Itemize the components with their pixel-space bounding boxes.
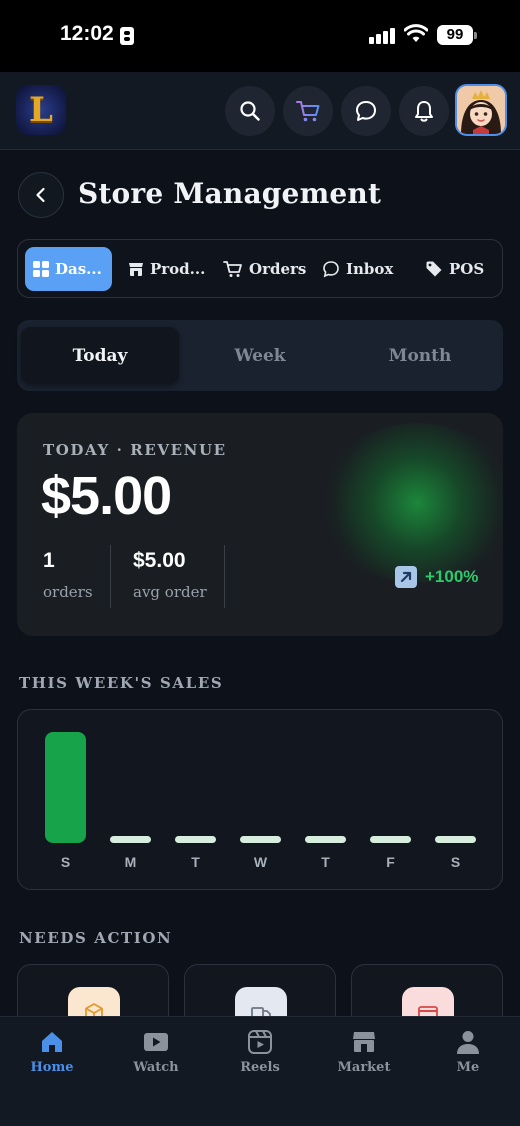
chart-day-label: W — [253, 854, 268, 870]
chart-bar — [45, 732, 86, 843]
tab-pos[interactable]: POS — [425, 247, 495, 291]
grid-icon — [33, 261, 49, 277]
tab-dashboard[interactable]: Das... — [25, 247, 112, 291]
tab-label: Orders — [249, 260, 307, 278]
chart-day-label: T — [191, 854, 200, 870]
orders-label: orders — [43, 583, 93, 601]
nav-reels[interactable]: Reels — [220, 1029, 300, 1075]
nav-me[interactable]: Me — [428, 1029, 508, 1075]
chart-day-label: M — [124, 854, 137, 870]
app-logo[interactable]: L — [16, 85, 66, 135]
search-button[interactable] — [225, 86, 275, 136]
page-title: Store Management — [78, 177, 382, 210]
notifications-button[interactable] — [399, 86, 449, 136]
tag-icon — [426, 261, 442, 277]
revenue-change: +100% — [395, 566, 478, 588]
chart-day-label: S — [60, 854, 71, 870]
status-time: 12:02 — [60, 22, 114, 45]
needs-action-title: NEEDS ACTION — [19, 929, 173, 947]
shop-icon — [353, 1032, 375, 1052]
tab-label: Inbox — [346, 260, 394, 278]
weekly-sales-chart: SMTWTFS — [17, 709, 503, 890]
revenue-label: TODAY · REVENUE — [43, 441, 227, 459]
chart-bar — [435, 836, 476, 843]
chart-bar — [240, 836, 281, 843]
nav-market[interactable]: Market — [324, 1029, 404, 1075]
avatar-image — [457, 86, 505, 134]
nav-label: Me — [456, 1060, 480, 1075]
nav-watch[interactable]: Watch — [116, 1029, 196, 1075]
weekly-sales-title: THIS WEEK'S SALES — [19, 674, 224, 692]
revenue-card: TODAY · REVENUE $5.00 1 orders $5.00 avg… — [17, 413, 503, 636]
avatar[interactable] — [455, 84, 507, 136]
orders-count: 1 — [43, 549, 55, 572]
nav-label: Market — [337, 1060, 391, 1075]
chart-bar — [110, 836, 151, 843]
wifi-icon — [404, 24, 428, 42]
divider — [224, 545, 225, 608]
bell-icon — [415, 101, 433, 122]
page-header: Store Management — [18, 172, 508, 218]
bottom-nav: Home Watch Reels Market Me — [0, 1016, 520, 1126]
signal-icon — [369, 28, 395, 44]
tab-products[interactable]: Prod... — [128, 247, 216, 291]
tab-orders[interactable]: Orders — [223, 247, 311, 291]
cart-icon — [223, 261, 242, 277]
tab-label: Prod... — [150, 260, 206, 278]
change-percent: +100% — [425, 567, 479, 586]
tab-label: Das... — [55, 260, 102, 278]
period-week[interactable]: Week — [181, 327, 339, 384]
cart-button[interactable] — [283, 86, 333, 136]
search-icon — [240, 101, 260, 121]
tab-label: POS — [449, 260, 485, 278]
chart-bar — [370, 836, 411, 843]
person-icon — [457, 1031, 479, 1054]
status-bar: 12:02 99 — [0, 0, 520, 72]
revenue-glow — [317, 423, 503, 583]
chat-icon — [356, 101, 376, 121]
period-today[interactable]: Today — [21, 327, 179, 384]
nav-label: Home — [30, 1060, 74, 1075]
chart-day-label: F — [386, 854, 395, 870]
avg-order-label: avg order — [133, 583, 207, 601]
cart-icon — [296, 101, 320, 122]
home-icon — [42, 1032, 62, 1052]
messages-button[interactable] — [341, 86, 391, 136]
nav-label: Watch — [133, 1060, 179, 1075]
id-card-icon — [120, 27, 134, 45]
chat-icon — [323, 261, 339, 278]
chart-bar — [305, 836, 346, 843]
divider — [110, 545, 111, 608]
nav-home[interactable]: Home — [12, 1029, 92, 1075]
orders-stat: 1 orders — [43, 549, 93, 601]
period-selector: Today Week Month — [17, 320, 503, 391]
app-bar: L — [0, 72, 520, 150]
period-month[interactable]: Month — [341, 327, 499, 384]
battery-icon: 99 — [437, 25, 477, 45]
reels-icon — [248, 1030, 272, 1054]
avg-order-value: $5.00 — [133, 549, 186, 572]
chevron-left-icon — [36, 187, 45, 203]
tab-inbox[interactable]: Inbox — [322, 247, 402, 291]
store-icon — [129, 263, 143, 276]
trend-up-icon — [395, 566, 417, 588]
store-tabs: Das... Prod... Orders Inbox POS — [17, 239, 503, 298]
chart-bar — [175, 836, 216, 843]
back-button[interactable] — [18, 172, 64, 218]
chart-day-label: S — [450, 854, 461, 870]
revenue-value: $5.00 — [41, 466, 172, 526]
avg-order-stat: $5.00 avg order — [133, 549, 207, 601]
chart-day-label: T — [321, 854, 330, 870]
nav-label: Reels — [240, 1060, 280, 1075]
play-icon — [144, 1033, 168, 1051]
